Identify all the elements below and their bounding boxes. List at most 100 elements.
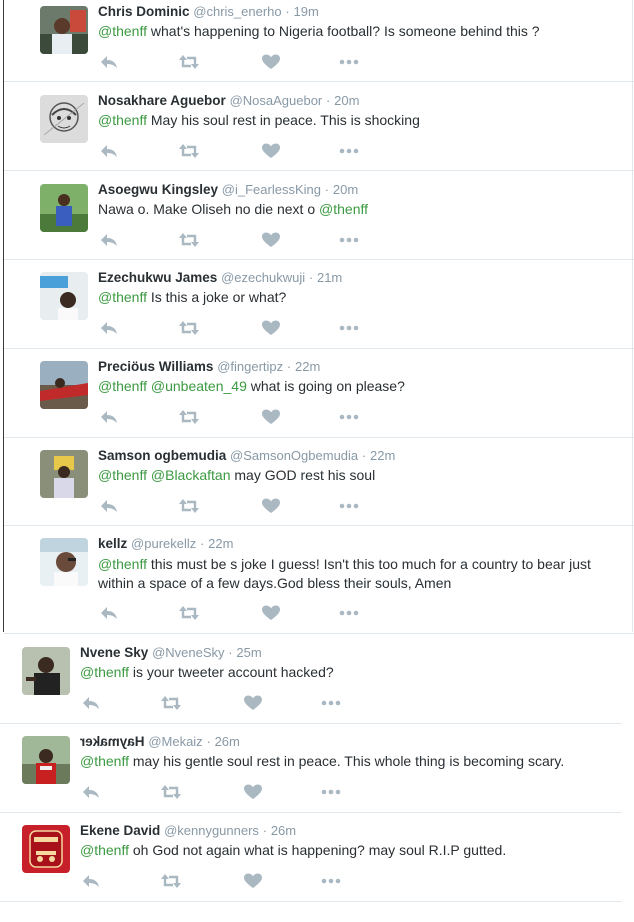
author-handle[interactable]: @NosaAguebor xyxy=(230,93,323,108)
author-handle[interactable]: @purekellz xyxy=(131,536,196,551)
more-button[interactable] xyxy=(320,782,342,802)
retweet-button[interactable] xyxy=(178,52,200,72)
avatar[interactable] xyxy=(40,6,88,54)
tweet-item[interactable]: Ekene David @kennygunners · 26m @thenff o… xyxy=(0,813,622,902)
more-button[interactable] xyxy=(338,603,360,623)
tweet-item[interactable]: Asoegwu Kingsley @i_FearlessKing · 20m Na… xyxy=(4,171,634,260)
mention-link[interactable]: @Blackaftan xyxy=(151,467,231,483)
author-handle[interactable]: @NveneSky xyxy=(152,645,224,660)
author-name[interactable]: kellz xyxy=(98,536,127,551)
mention-link[interactable]: @unbeaten_49 xyxy=(151,378,247,394)
avatar[interactable] xyxy=(22,647,70,695)
reply-button[interactable] xyxy=(98,496,120,516)
heart-button[interactable] xyxy=(242,782,264,802)
tweet-item[interactable]: Haymaker @Mekaiz · 26m @thenff may his ge… xyxy=(0,724,622,813)
tweet-item[interactable]: Nosakhare Aguebor @NosaAguebor · 20m @the… xyxy=(4,82,634,171)
mention-link[interactable]: @thenff xyxy=(319,201,368,217)
author-name[interactable]: Samson ogbemudia xyxy=(98,448,226,463)
reply-button[interactable] xyxy=(80,782,102,802)
heart-button[interactable] xyxy=(260,141,282,161)
heart-button[interactable] xyxy=(260,52,282,72)
author-name[interactable]: Preciöus Williams xyxy=(98,359,213,374)
heart-button[interactable] xyxy=(242,693,264,713)
mention-link[interactable]: @thenff xyxy=(98,112,147,128)
reply-button[interactable] xyxy=(80,871,102,891)
author-handle[interactable]: @SamsonOgbemudia xyxy=(230,448,358,463)
avatar[interactable] xyxy=(40,538,88,586)
author-handle[interactable]: @ezechukwuji xyxy=(221,270,305,285)
tweet-item[interactable]: Preciöus Williams @fingertipz · 22m @then… xyxy=(4,349,634,438)
reply-button[interactable] xyxy=(98,141,120,161)
more-button[interactable] xyxy=(320,871,342,891)
reply-button[interactable] xyxy=(98,52,120,72)
tweet-item[interactable]: Ezechukwu James @ezechukwuji · 21m @thenf… xyxy=(4,260,634,349)
retweet-button[interactable] xyxy=(178,496,200,516)
mention-link[interactable]: @thenff xyxy=(98,556,147,572)
more-button[interactable] xyxy=(320,693,342,713)
tweet-item[interactable]: kellz @purekellz · 22m @thenff this must … xyxy=(4,526,634,634)
author-handle[interactable]: @Mekaiz xyxy=(148,734,202,749)
timestamp[interactable]: 20m xyxy=(334,93,359,108)
tweet-item[interactable]: Nvene Sky @NveneSky · 25m @thenff is your… xyxy=(0,634,622,724)
author-name[interactable]: Nvene Sky xyxy=(80,645,148,660)
tweet-item[interactable]: Chris Dominic @chris_enerho · 19m @thenff… xyxy=(4,0,634,82)
more-button[interactable] xyxy=(338,52,360,72)
retweet-button[interactable] xyxy=(178,603,200,623)
timestamp[interactable]: 25m xyxy=(236,645,261,660)
avatar[interactable] xyxy=(40,95,88,143)
tweet-item[interactable]: Samson ogbemudia @SamsonOgbemudia · 22m @… xyxy=(4,438,634,526)
reply-button[interactable] xyxy=(98,318,120,338)
timestamp[interactable]: 22m xyxy=(295,359,320,374)
timestamp[interactable]: 22m xyxy=(370,448,395,463)
author-handle[interactable]: @chris_enerho xyxy=(193,4,281,19)
heart-button[interactable] xyxy=(260,407,282,427)
mention-link[interactable]: @thenff xyxy=(98,23,147,39)
avatar[interactable] xyxy=(22,736,70,784)
timestamp[interactable]: 20m xyxy=(333,182,358,197)
author-name[interactable]: Ezechukwu James xyxy=(98,270,217,285)
mention-link[interactable]: @thenff xyxy=(80,664,129,680)
retweet-button[interactable] xyxy=(178,141,200,161)
more-button[interactable] xyxy=(338,141,360,161)
retweet-button[interactable] xyxy=(178,318,200,338)
avatar[interactable] xyxy=(40,361,88,409)
avatar[interactable] xyxy=(40,184,88,232)
reply-button[interactable] xyxy=(98,407,120,427)
avatar[interactable] xyxy=(40,450,88,498)
timestamp[interactable]: 26m xyxy=(215,734,240,749)
author-name[interactable]: Chris Dominic xyxy=(98,4,190,19)
heart-button[interactable] xyxy=(260,603,282,623)
retweet-button[interactable] xyxy=(178,407,200,427)
heart-button[interactable] xyxy=(260,496,282,516)
mention-link[interactable]: @thenff xyxy=(98,289,147,305)
timestamp[interactable]: 26m xyxy=(271,823,296,838)
mention-link[interactable]: @thenff xyxy=(80,842,129,858)
mention-link[interactable]: @thenff xyxy=(98,467,147,483)
author-name[interactable]: Asoegwu Kingsley xyxy=(98,182,218,197)
retweet-button[interactable] xyxy=(160,871,182,891)
reply-button[interactable] xyxy=(98,230,120,250)
more-button[interactable] xyxy=(338,230,360,250)
author-handle[interactable]: @kennygunners xyxy=(164,823,259,838)
author-name[interactable]: Haymaker xyxy=(80,733,145,751)
author-name[interactable]: Ekene David xyxy=(80,823,160,838)
mention-link[interactable]: @thenff xyxy=(80,753,129,769)
more-button[interactable] xyxy=(338,407,360,427)
avatar[interactable] xyxy=(40,272,88,320)
avatar[interactable] xyxy=(22,825,70,873)
retweet-button[interactable] xyxy=(178,230,200,250)
author-handle[interactable]: @fingertipz xyxy=(217,359,283,374)
timestamp[interactable]: 19m xyxy=(294,4,319,19)
more-button[interactable] xyxy=(338,318,360,338)
more-button[interactable] xyxy=(338,496,360,516)
author-handle[interactable]: @i_FearlessKing xyxy=(222,182,321,197)
timestamp[interactable]: 22m xyxy=(208,536,233,551)
reply-button[interactable] xyxy=(80,693,102,713)
mention-link[interactable]: @thenff xyxy=(98,378,147,394)
retweet-button[interactable] xyxy=(160,782,182,802)
heart-button[interactable] xyxy=(260,230,282,250)
heart-button[interactable] xyxy=(242,871,264,891)
heart-button[interactable] xyxy=(260,318,282,338)
author-name[interactable]: Nosakhare Aguebor xyxy=(98,93,226,108)
timestamp[interactable]: 21m xyxy=(317,270,342,285)
